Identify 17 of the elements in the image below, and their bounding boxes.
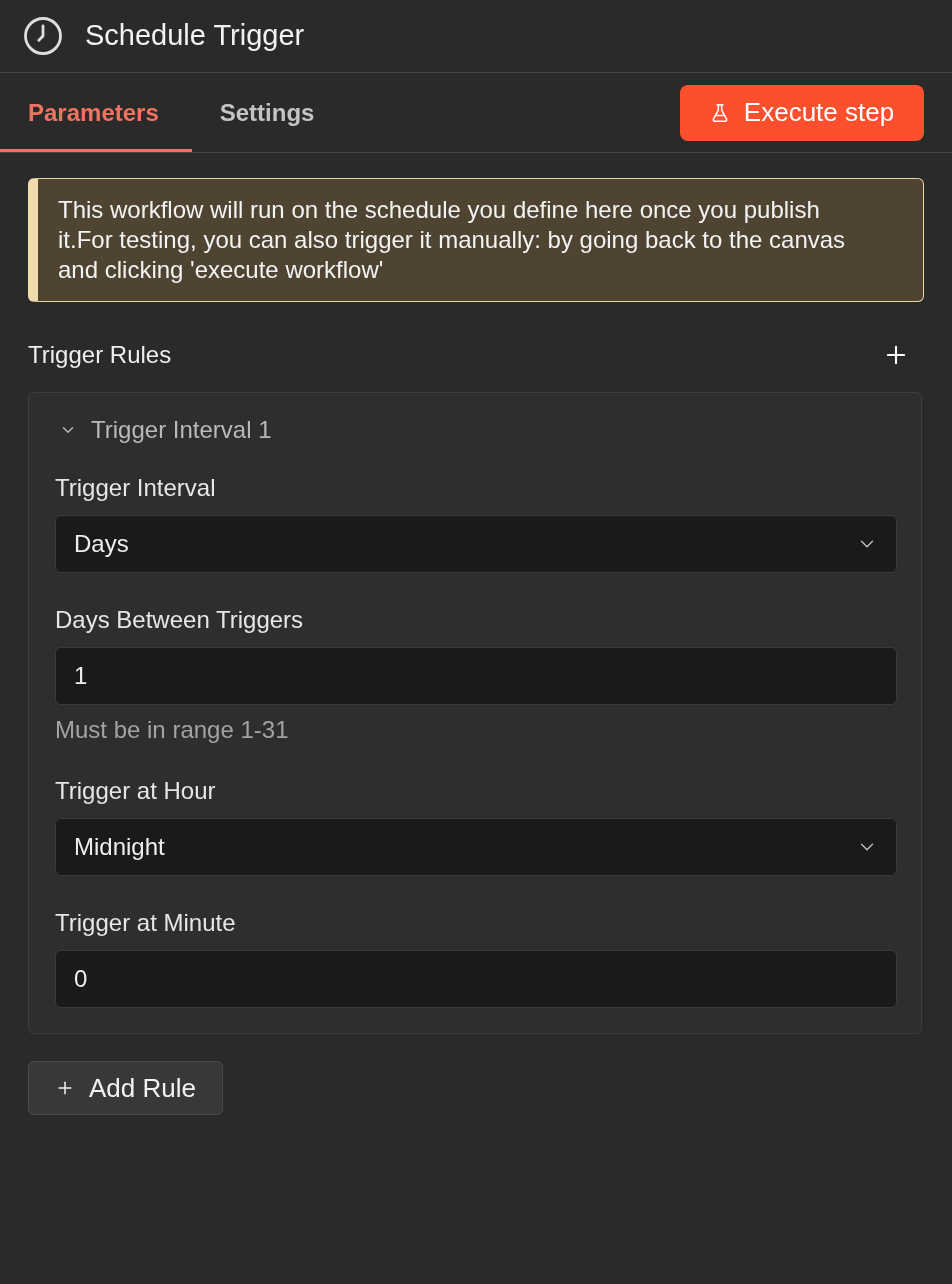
field-label: Days Between Triggers [55, 606, 305, 634]
field-label: Trigger at Hour [55, 777, 217, 805]
tab[interactable]: Parameters [0, 73, 192, 152]
dropdown-field[interactable]: Midnight [55, 818, 897, 876]
clock-icon [23, 16, 63, 56]
dropdown-field[interactable]: Days [55, 515, 897, 573]
field-hint: Must be in range 1-31 [55, 716, 290, 744]
field-label: Trigger Interval [55, 474, 217, 502]
input-field[interactable]: 1 [55, 647, 897, 705]
panel-title: Schedule Trigger [85, 18, 305, 54]
collapsible-header[interactable]: Trigger Interval 1 [55, 414, 272, 446]
add-rule-button[interactable]: Add Rule [28, 1061, 223, 1115]
tab[interactable]: Settings [191, 73, 348, 152]
notice-text: This workflow will run on the schedule you define here once you publish it.For testing, you can also trigger it manually: by going back to the canvas and clicking 'execute workflow' [58, 195, 847, 285]
input-field[interactable]: 0 [55, 950, 897, 1008]
field-label: Trigger at Minute [55, 909, 237, 937]
section-title: Trigger Rules [28, 340, 172, 370]
